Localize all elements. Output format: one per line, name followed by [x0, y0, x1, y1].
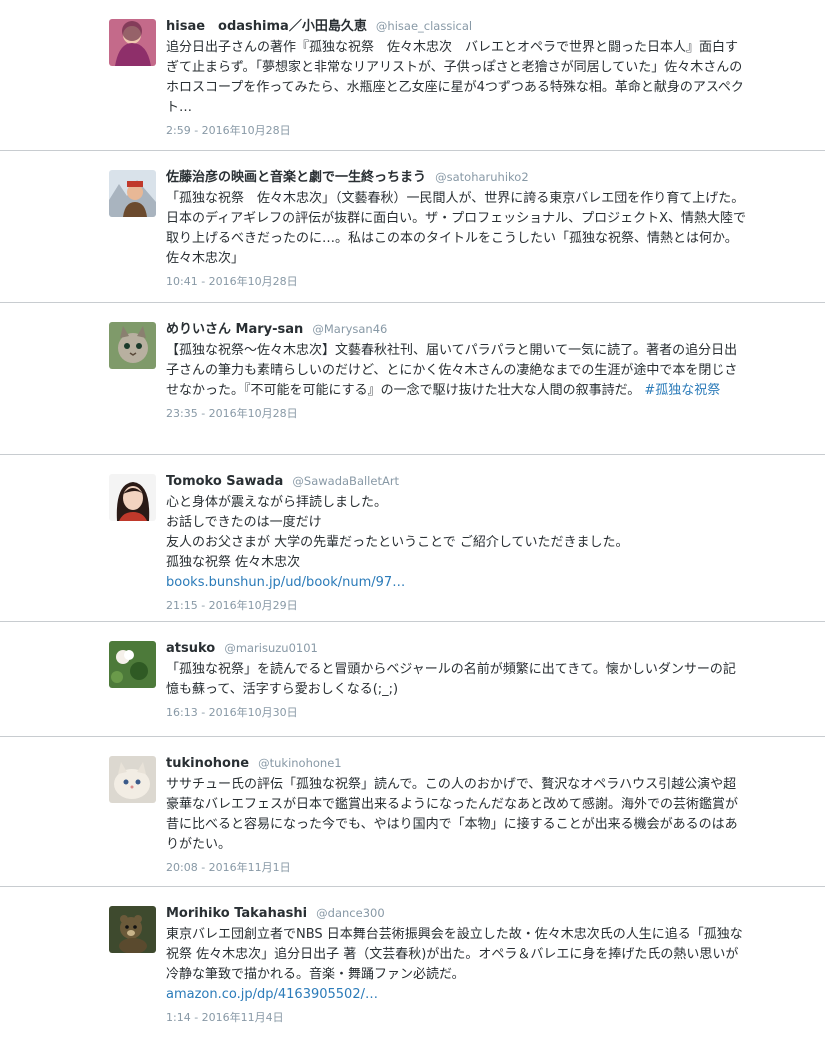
user-handle[interactable]: @SawadaBalletArt	[292, 474, 399, 488]
url-link[interactable]: amazon.co.jp/dp/4163905502/…	[166, 987, 378, 1002]
url-link[interactable]: books.bunshun.jp/ud/book/num/97…	[166, 575, 405, 590]
user-handle[interactable]: @tukinohone1	[258, 756, 341, 770]
avatar[interactable]	[109, 641, 156, 688]
avatar[interactable]	[109, 19, 156, 66]
avatar[interactable]	[109, 906, 156, 953]
user-name[interactable]: Tomoko Sawada	[166, 474, 283, 489]
avatar[interactable]	[109, 170, 156, 217]
tweet-text: 心と身体が震えながら拝読しました。 お話しできたのは一度だけ 友人のお父さまが …	[166, 493, 746, 593]
hashtag-link[interactable]: #孤独な祝祭	[644, 383, 720, 398]
user-handle[interactable]: @Marysan46	[312, 322, 387, 336]
tweet: Morihiko Takahashi @dance300 東京バレエ団創立者でN…	[0, 887, 825, 1046]
tweet-feed: hisae odashima／小田島久恵 @hisae_classical 追分…	[0, 0, 825, 1046]
tweet: tukinohone @tukinohone1 ササチュー氏の評伝「孤独な祝祭」…	[0, 737, 825, 887]
tweet-text: 「孤独な祝祭」を読んでると冒頭からベジャールの名前が頻繁に出てきて。懐かしいダン…	[166, 662, 736, 697]
user-name[interactable]: Morihiko Takahashi	[166, 906, 307, 921]
tweet-text-body: 心と身体が震えながら拝読しました。 お話しできたのは一度だけ 友人のお父さまが …	[166, 495, 629, 570]
tweet-timestamp[interactable]: 23:35 - 2016年10月28日	[166, 405, 298, 421]
tweet-timestamp[interactable]: 10:41 - 2016年10月28日	[166, 273, 298, 289]
tweet-timestamp[interactable]: 1:14 - 2016年11月4日	[166, 1009, 284, 1025]
tweet-text: 追分日出子さんの著作『孤独な祝祭 佐々木忠次 バレエとオペラで世界と闘った日本人…	[166, 40, 744, 115]
user-name[interactable]: tukinohone	[166, 756, 249, 771]
tweet: 佐藤治彦の映画と音楽と劇で一生終っちまう @satoharuhiko2 「孤独な…	[0, 151, 825, 303]
user-name[interactable]: atsuko	[166, 641, 215, 656]
tweet: atsuko @marisuzu0101 「孤独な祝祭」を読んでると冒頭からベジ…	[0, 622, 825, 737]
tweet-timestamp[interactable]: 21:15 - 2016年10月29日	[166, 597, 298, 613]
tweet-text: ササチュー氏の評伝「孤独な祝祭」読んで。この人のおかげで、贅沢なオペラハウス引越…	[166, 777, 739, 852]
tweet-text: 「孤独な祝祭 佐々木忠次」（文藝春秋）一民間人が、世界に誇る東京バレエ団を作り育…	[166, 191, 746, 266]
tweet-timestamp[interactable]: 20:08 - 2016年11月1日	[166, 859, 291, 875]
tweet-timestamp[interactable]: 16:13 - 2016年10月30日	[166, 704, 298, 720]
avatar[interactable]	[109, 474, 156, 521]
user-handle[interactable]: @satoharuhiko2	[435, 170, 529, 184]
tweet-timestamp[interactable]: 2:59 - 2016年10月28日	[166, 122, 291, 138]
user-handle[interactable]: @hisae_classical	[376, 19, 472, 33]
tweet-text-body: 東京バレエ団創立者でNBS 日本舞台芸術振興会を設立した故・佐々木忠次氏の人生に…	[166, 927, 743, 982]
tweet: Tomoko Sawada @SawadaBalletArt 心と身体が震えなが…	[0, 455, 825, 622]
user-handle[interactable]: @dance300	[316, 906, 384, 920]
user-name[interactable]: めりいさん Mary-san	[166, 322, 303, 337]
tweet: hisae odashima／小田島久恵 @hisae_classical 追分…	[0, 0, 825, 151]
tweet: めりいさん Mary-san @Marysan46 【孤独な祝祭〜佐々木忠次】文…	[0, 303, 825, 455]
tweet-text: 【孤独な祝祭〜佐々木忠次】文藝春秋社刊、届いてパラパラと開いて一気に読了。著者の…	[166, 341, 746, 401]
user-name[interactable]: 佐藤治彦の映画と音楽と劇で一生終っちまう	[166, 170, 426, 185]
avatar[interactable]	[109, 756, 156, 803]
avatar[interactable]	[109, 322, 156, 369]
user-handle[interactable]: @marisuzu0101	[224, 641, 318, 655]
tweet-text: 東京バレエ団創立者でNBS 日本舞台芸術振興会を設立した故・佐々木忠次氏の人生に…	[166, 925, 746, 1005]
user-name[interactable]: hisae odashima／小田島久恵	[166, 19, 367, 34]
